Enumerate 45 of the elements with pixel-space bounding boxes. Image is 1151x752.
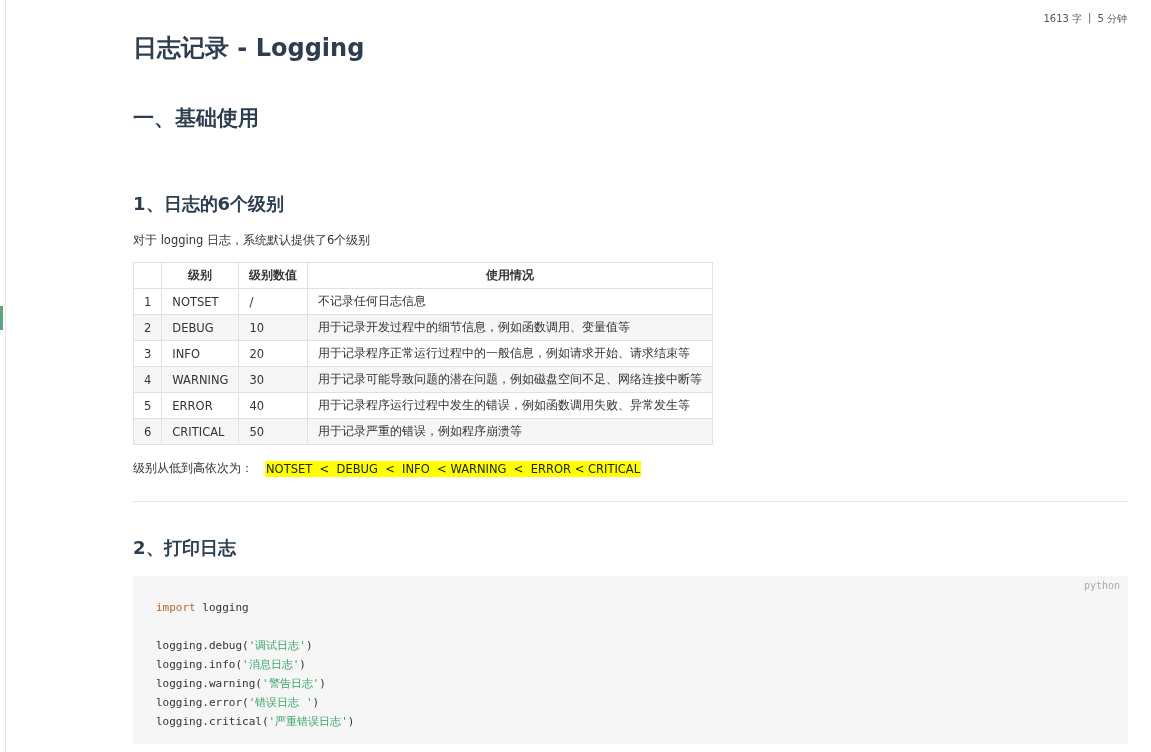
subsection-heading: 2、打印日志 (133, 536, 237, 560)
subsection-heading: 1、日志的6个级别 (133, 192, 286, 216)
reading-time: 5 分钟 (1097, 12, 1127, 26)
table-cell: NOTSET (161, 288, 239, 315)
table-cell: 40 (238, 392, 308, 419)
table-cell: 6 (133, 418, 162, 445)
code-line: logging.debug('调试日志') (156, 638, 313, 654)
table-cell: 用于记录程序运行过程中发生的错误，例如函数调用失败、异常发生等 (307, 392, 713, 419)
table-cell: 5 (133, 392, 162, 419)
separator: | (1088, 12, 1092, 26)
table-cell: 用于记录严重的错误，例如程序崩溃等 (307, 418, 713, 445)
code-line: logging.error('错误日志 ') (156, 695, 320, 711)
table-cell: 30 (238, 366, 308, 393)
table-cell: ERROR (161, 392, 239, 419)
code-line: logging.info('消息日志') (156, 657, 306, 673)
table-cell: WARNING (161, 366, 239, 393)
word-count: 1613 字 (1043, 12, 1083, 26)
table-cell: 10 (238, 314, 308, 341)
table-cell: 不记录任何日志信息 (307, 288, 713, 315)
column-header: 使用情况 (307, 262, 713, 289)
highlighted-text: NOTSET < DEBUG < INFO < WARNING < ERROR < CRITICAL (265, 461, 642, 477)
code-line: logging.warning('警告日志') (156, 676, 326, 692)
table-cell: 用于记录程序正常运行过程中的一般信息，例如请求开始、请求结束等 (307, 340, 713, 367)
column-header: 级别数值 (238, 262, 308, 289)
table-cell: / (238, 288, 308, 315)
code-line: logging.critical('严重错误日志') (156, 714, 355, 730)
table-cell: DEBUG (161, 314, 239, 341)
table-cell: 用于记录可能导致问题的潜在问题，例如磁盘空间不足、网络连接中断等 (307, 366, 713, 393)
page-title: 日志记录 - Logging (133, 33, 366, 64)
code-line: import logging (156, 600, 249, 616)
table-cell: 2 (133, 314, 162, 341)
section-heading: 一、基础使用 (133, 105, 260, 132)
table-cell: 1 (133, 288, 162, 315)
code-language-label: python (1083, 580, 1120, 591)
table-cell: 用于记录开发过程中的细节信息，例如函数调用、变量值等 (307, 314, 713, 341)
table-cell: INFO (161, 340, 239, 367)
paragraph: 对于 logging 日志，系统默认提供了6个级别 (133, 233, 372, 248)
table-cell: 3 (133, 340, 162, 367)
table-cell: CRITICAL (161, 418, 239, 445)
outline-marker (0, 306, 3, 330)
table-cell: 50 (238, 418, 308, 445)
table-cell: 20 (238, 340, 308, 367)
order-label: 级别从低到高依次为： (133, 461, 253, 477)
table-cell: 4 (133, 366, 162, 393)
column-header: 级别 (161, 262, 239, 289)
